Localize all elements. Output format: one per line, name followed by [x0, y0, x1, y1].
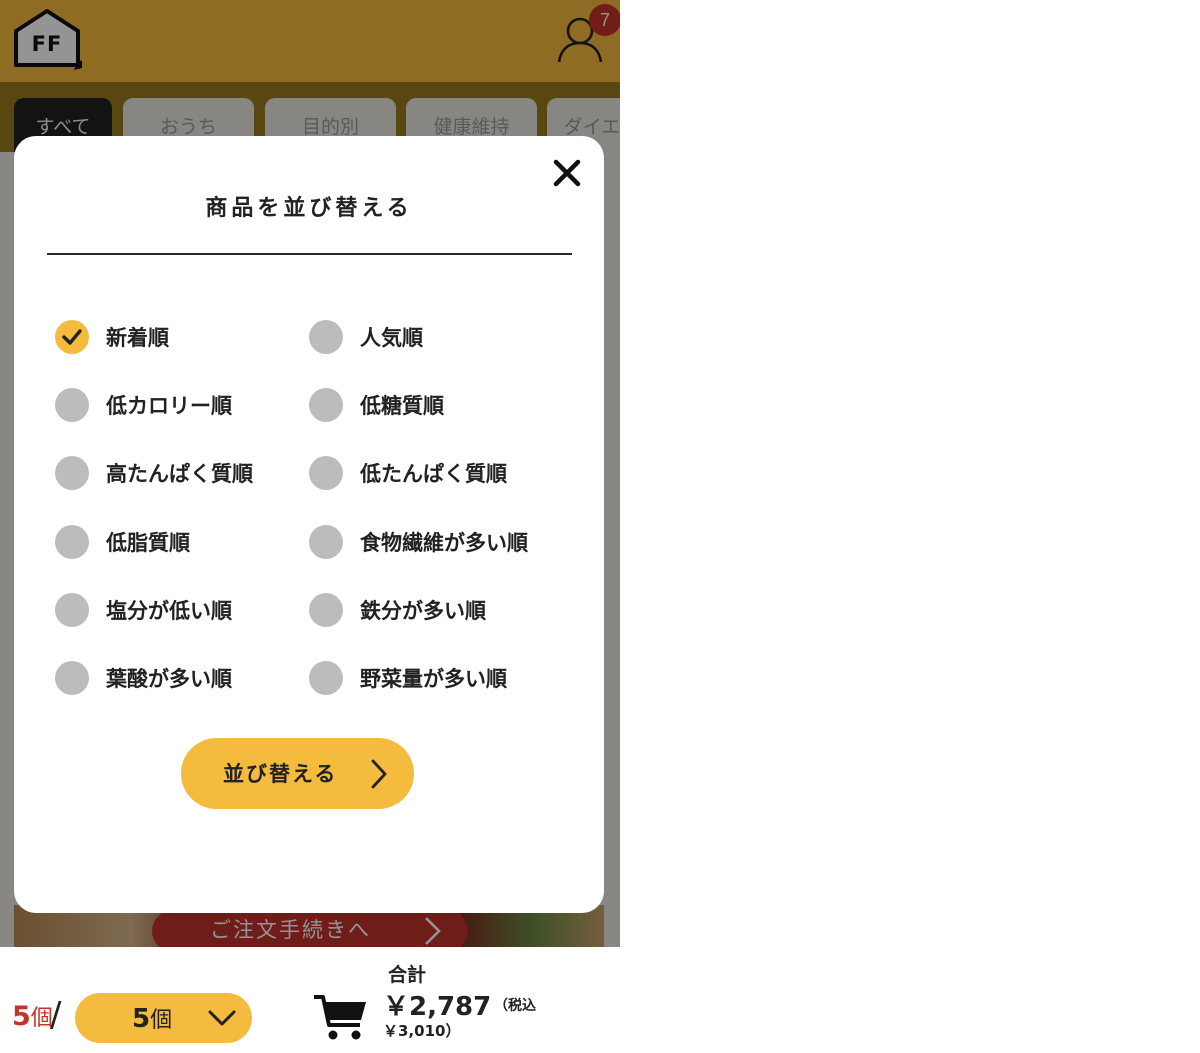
- radio-unchecked: [309, 661, 343, 695]
- chevron-down-icon: [208, 1010, 236, 1026]
- option-label: 食物繊維が多い順: [360, 531, 528, 555]
- sort-submit-label: 並び替える: [223, 762, 338, 786]
- checkmark-icon: [62, 329, 82, 345]
- sort-submit-button[interactable]: 並び替える: [181, 738, 414, 809]
- radio-checked: [55, 320, 89, 354]
- quantity-value: 5個: [132, 1002, 172, 1034]
- total-incl-tax: ￥3,010）: [383, 1022, 461, 1040]
- shopping-cart-icon: [314, 995, 366, 1040]
- modal-title: 商品を並び替える: [205, 196, 413, 221]
- app-screen: FF 7 すべて おうち 目的別 健康維持 ダイエ ご注文手続きへ 商品を並び替…: [0, 0, 620, 947]
- radio-unchecked: [55, 593, 89, 627]
- cart-count-value: 5: [12, 1001, 31, 1032]
- option-label: 塩分が低い順: [106, 599, 232, 623]
- option-label: 鉄分が多い順: [360, 599, 486, 623]
- option-label: 低たんぱく質順: [360, 462, 507, 486]
- radio-unchecked: [55, 525, 89, 559]
- radio-unchecked: [309, 388, 343, 422]
- option-label: 低カロリー順: [106, 394, 232, 418]
- total-price: ￥2,787: [383, 992, 492, 1022]
- tax-note: （税込: [494, 998, 536, 1014]
- option-label: 野菜量が多い順: [360, 667, 507, 691]
- option-label: 高たんぱく質順: [106, 462, 253, 486]
- radio-unchecked: [309, 593, 343, 627]
- radio-unchecked: [309, 525, 343, 559]
- radio-unchecked: [55, 456, 89, 490]
- close-button[interactable]: [550, 156, 584, 190]
- quantity-select[interactable]: 5個: [75, 993, 252, 1043]
- option-label: 人気順: [360, 326, 423, 350]
- radio-unchecked: [309, 320, 343, 354]
- title-divider: [47, 253, 572, 255]
- radio-unchecked: [55, 388, 89, 422]
- option-label: 葉酸が多い順: [106, 667, 232, 691]
- cart-item-count: 5個: [12, 1000, 53, 1032]
- radio-unchecked: [309, 456, 343, 490]
- count-separator: /: [50, 995, 62, 1035]
- option-label: 低糖質順: [360, 394, 444, 418]
- radio-unchecked: [55, 661, 89, 695]
- option-label: 低脂質順: [106, 531, 190, 555]
- close-icon: [553, 159, 581, 187]
- cart-button[interactable]: [312, 992, 368, 1042]
- chevron-right-icon: [371, 759, 387, 789]
- total-label: 合計: [388, 964, 427, 986]
- quantity-number: 5: [132, 1004, 151, 1034]
- sort-modal: 商品を並び替える 新着順 人気順 低カロリー順 低糖質順 高たんぱく質順 低たん…: [14, 136, 604, 913]
- option-label: 新着順: [106, 326, 169, 350]
- quantity-unit: 個: [150, 1008, 173, 1033]
